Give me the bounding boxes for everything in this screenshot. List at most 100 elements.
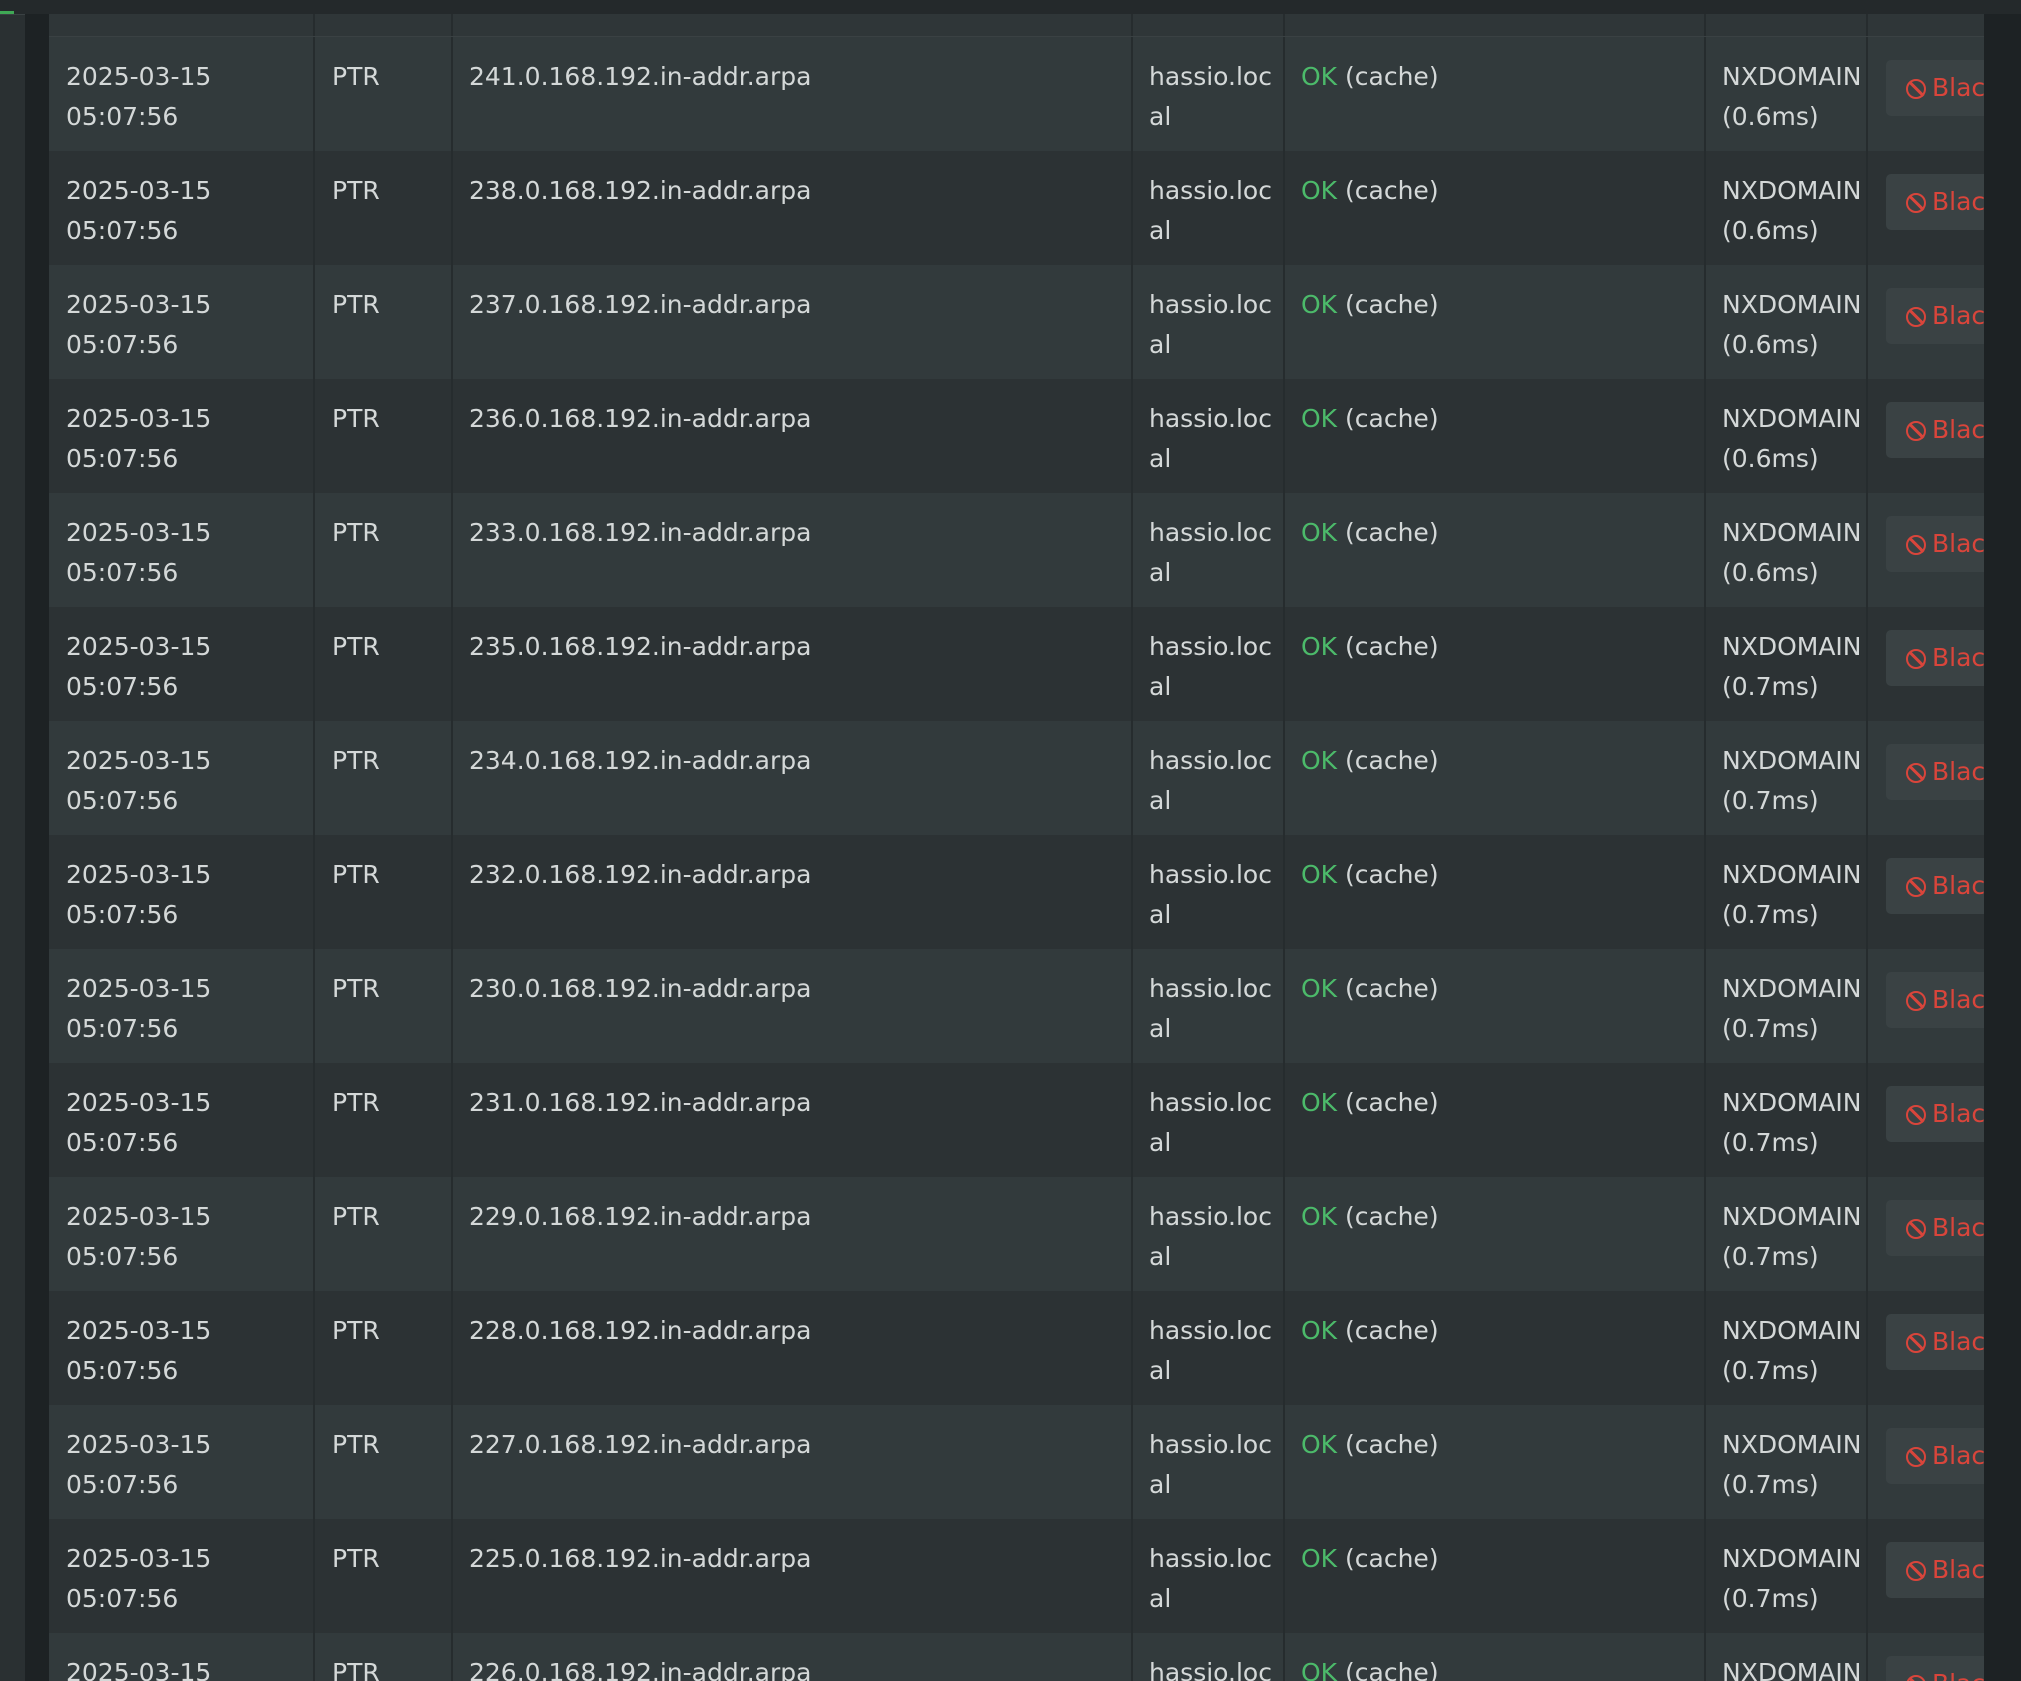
blacklist-label: Blacklist (1932, 757, 1984, 786)
reply-code: NXDOMAIN (1722, 1202, 1862, 1231)
timestamp-cell: 2025-03-15 05:07:56 (66, 518, 212, 587)
client-cell: hassio.local (1149, 1430, 1272, 1499)
blacklist-button[interactable]: Blacklist (1886, 60, 1984, 116)
client-cell: hassio.local (1149, 1316, 1272, 1385)
query-type-cell: PTR (332, 1430, 380, 1459)
timestamp-cell: 2025-03-15 05:07:56 (66, 1202, 212, 1271)
blacklist-button[interactable]: Blacklist (1886, 1542, 1984, 1598)
blacklist-button[interactable]: Blacklist (1886, 630, 1984, 686)
status-cell: OK (cache) (1301, 607, 1701, 721)
blacklist-label: Blacklist (1932, 529, 1984, 558)
status-ok-label: OK (1301, 176, 1338, 205)
status-ok-label: OK (1301, 404, 1338, 433)
query-type-cell: PTR (332, 746, 380, 775)
ban-icon (1906, 1105, 1926, 1125)
status-detail: (cache) (1337, 1088, 1439, 1117)
status-ok-label: OK (1301, 1202, 1338, 1231)
blacklist-label: Blacklist (1932, 1327, 1984, 1356)
blacklist-button[interactable]: Blacklist (1886, 858, 1984, 914)
reply-code: NXDOMAIN (1722, 1544, 1862, 1573)
blacklist-label: Blacklist (1932, 1441, 1984, 1470)
status-ok-label: OK (1301, 518, 1338, 547)
client-cell: hassio.local (1149, 1544, 1272, 1613)
reply-code: NXDOMAIN (1722, 518, 1862, 547)
reply-cell: NXDOMAIN (0.6ms) (1722, 151, 1882, 265)
reply-cell: NXDOMAIN (0.7ms) (1722, 1291, 1882, 1405)
left-gutter (25, 14, 49, 1681)
client-cell: hassio.local (1149, 746, 1272, 815)
reply-code: NXDOMAIN (1722, 974, 1862, 1003)
status-cell: OK (cache) (1301, 721, 1701, 835)
status-ok-label: OK (1301, 974, 1338, 1003)
blacklist-button[interactable]: Blacklist (1886, 1314, 1984, 1370)
status-cell: OK (cache) (1301, 835, 1701, 949)
table-row: 2025-03-15 05:07:56 PTR 232.0.168.192.in… (49, 835, 1984, 949)
reply-cell: NXDOMAIN (0.6ms) (1722, 379, 1882, 493)
table-row-partial (49, 14, 1984, 37)
blacklist-button[interactable]: Blacklist (1886, 1656, 1984, 1681)
timestamp-cell: 2025-03-15 05:07:56 (66, 1544, 212, 1613)
blacklist-button[interactable]: Blacklist (1886, 288, 1984, 344)
domain-cell: 227.0.168.192.in-addr.arpa (469, 1430, 812, 1459)
status-detail: (cache) (1337, 632, 1439, 661)
blacklist-button[interactable]: Blacklist (1886, 1200, 1984, 1256)
reply-code: NXDOMAIN (1722, 860, 1862, 889)
reply-cell: NXDOMAIN (0.7ms) (1722, 1177, 1882, 1291)
domain-cell: 234.0.168.192.in-addr.arpa (469, 746, 812, 775)
query-type-cell: PTR (332, 62, 380, 91)
table-row: 2025-03-15 05:07:56 PTR 226.0.168.192.in… (49, 1633, 1984, 1681)
domain-cell: 231.0.168.192.in-addr.arpa (469, 1088, 812, 1117)
ban-icon (1906, 193, 1926, 213)
query-type-cell: PTR (332, 176, 380, 205)
client-cell: hassio.local (1149, 290, 1272, 359)
table-row: 2025-03-15 05:07:56 PTR 238.0.168.192.in… (49, 151, 1984, 265)
blacklist-label: Blacklist (1932, 1099, 1984, 1128)
timestamp-cell: 2025-03-15 05:07:56 (66, 860, 212, 929)
table-row: 2025-03-15 05:07:56 PTR 241.0.168.192.in… (49, 37, 1984, 151)
domain-cell: 235.0.168.192.in-addr.arpa (469, 632, 812, 661)
client-cell: hassio.local (1149, 860, 1272, 929)
client-cell: hassio.local (1149, 1088, 1272, 1157)
accent-marker (0, 11, 14, 14)
table-row: 2025-03-15 05:07:56 PTR 234.0.168.192.in… (49, 721, 1984, 835)
blacklist-label: Blacklist (1932, 1555, 1984, 1584)
status-detail: (cache) (1337, 1544, 1439, 1573)
timestamp-cell: 2025-03-15 05:07:56 (66, 746, 212, 815)
blacklist-button[interactable]: Blacklist (1886, 174, 1984, 230)
status-detail: (cache) (1337, 1430, 1439, 1459)
status-ok-label: OK (1301, 1430, 1338, 1459)
reply-cell: NXDOMAIN (1722, 1633, 1882, 1681)
reply-cell: NXDOMAIN (0.7ms) (1722, 721, 1882, 835)
table-row: 2025-03-15 05:07:56 PTR 227.0.168.192.in… (49, 1405, 1984, 1519)
ban-icon (1906, 1561, 1926, 1581)
ban-icon (1906, 1219, 1926, 1239)
domain-cell: 228.0.168.192.in-addr.arpa (469, 1316, 812, 1345)
timestamp-cell: 2025-03-15 05:07:56 (66, 404, 212, 473)
domain-cell: 230.0.168.192.in-addr.arpa (469, 974, 812, 1003)
query-type-cell: PTR (332, 860, 380, 889)
table-row: 2025-03-15 05:07:56 PTR 231.0.168.192.in… (49, 1063, 1984, 1177)
timestamp-cell: 2025-03-15 05:07:56 (66, 290, 212, 359)
domain-cell: 225.0.168.192.in-addr.arpa (469, 1544, 812, 1573)
timestamp-cell: 2025-03-15 05:07:56 (66, 1658, 212, 1681)
blacklist-button[interactable]: Blacklist (1886, 1428, 1984, 1484)
blacklist-button[interactable]: Blacklist (1886, 402, 1984, 458)
vertical-scrollbar[interactable] (1984, 14, 2021, 1681)
blacklist-button[interactable]: Blacklist (1886, 744, 1984, 800)
status-detail: (cache) (1337, 62, 1439, 91)
query-type-cell: PTR (332, 290, 380, 319)
top-bar (0, 0, 2021, 15)
query-type-cell: PTR (332, 1088, 380, 1117)
reply-time: (0.7ms) (1722, 900, 1819, 929)
blacklist-label: Blacklist (1932, 1669, 1984, 1681)
query-log-table: 2025-03-15 05:07:56 PTR 241.0.168.192.in… (49, 14, 1984, 1681)
reply-code: NXDOMAIN (1722, 632, 1862, 661)
ban-icon (1906, 535, 1926, 555)
blacklist-button[interactable]: Blacklist (1886, 972, 1984, 1028)
domain-cell: 241.0.168.192.in-addr.arpa (469, 62, 812, 91)
blacklist-button[interactable]: Blacklist (1886, 1086, 1984, 1142)
timestamp-cell: 2025-03-15 05:07:56 (66, 632, 212, 701)
status-detail: (cache) (1337, 860, 1439, 889)
blacklist-button[interactable]: Blacklist (1886, 516, 1984, 572)
blacklist-label: Blacklist (1932, 871, 1984, 900)
